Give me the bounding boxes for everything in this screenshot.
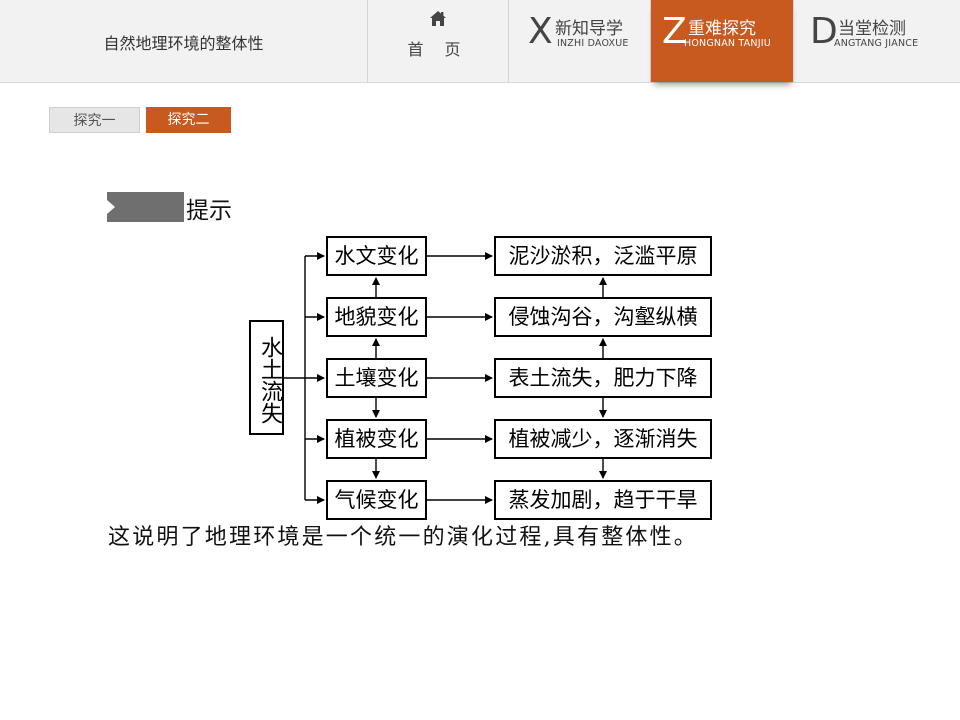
change-node-vegetation: 植被变化 xyxy=(326,419,427,459)
change-node-landform: 地貌变化 xyxy=(326,297,427,337)
flow-connectors xyxy=(284,252,607,504)
change-node-soil: 土壤变化 xyxy=(326,358,427,398)
result-node-1: 泥沙淤积，泛滥平原 xyxy=(494,236,712,276)
result-node-3: 表土流失，肥力下降 xyxy=(494,358,712,398)
change-node-climate: 气候变化 xyxy=(326,480,427,520)
source-node: 水土流失 xyxy=(249,320,284,435)
result-node-4: 植被减少，逐渐消失 xyxy=(494,419,712,459)
result-node-2: 侵蚀沟谷，沟壑纵横 xyxy=(494,297,712,337)
change-node-hydrology: 水文变化 xyxy=(326,236,427,276)
result-node-5: 蒸发加剧，趋于干旱 xyxy=(494,480,712,520)
conclusion-text: 这说明了地理环境是一个统一的演化过程,具有整体性。 xyxy=(108,525,698,550)
